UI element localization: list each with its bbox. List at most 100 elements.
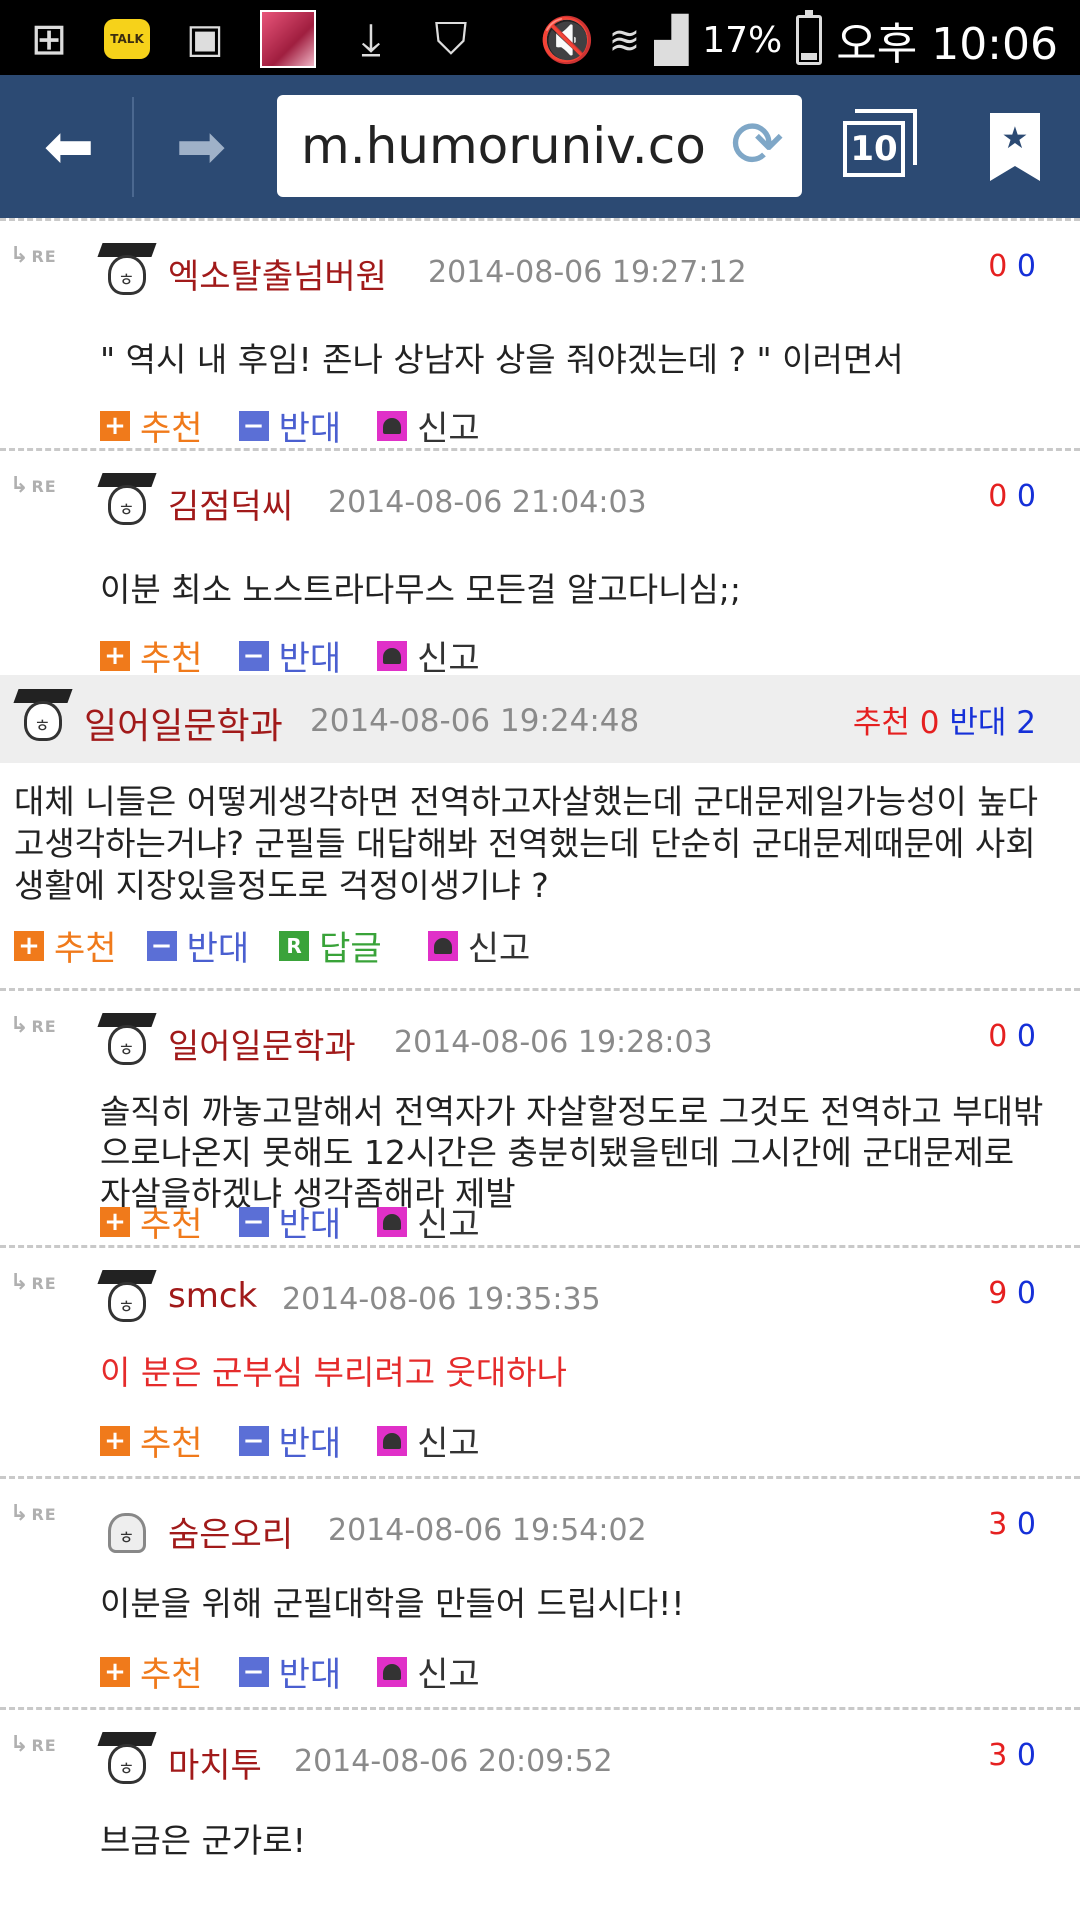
upvote-button[interactable]: + 추천 — [14, 921, 117, 970]
report-label: 신고 — [417, 409, 480, 449]
downvote-button[interactable]: − 반대 — [238, 1416, 342, 1465]
reply-button[interactable]: R 답글 — [279, 921, 382, 970]
upvote-button[interactable]: + 추천 — [100, 1416, 203, 1465]
plus-icon: + — [14, 930, 44, 961]
avatar — [97, 1732, 157, 1790]
up-count: 0 — [988, 249, 1008, 284]
kakaotalk-icon: TALK — [104, 19, 150, 59]
comment-actions: + 추천 − 반대 R 답글 신고 — [14, 921, 566, 970]
comment-author[interactable]: 마치투 — [168, 1738, 262, 1787]
comment-item: 일어일문학과 2014-08-06 19:24:48 추천 0 반대 2 대체 … — [0, 675, 1080, 988]
up-count: 추천 0 — [852, 705, 940, 741]
comment-score: 0 0 — [988, 249, 1036, 284]
comment-list: RE 엑소탈출넘버원 2014-08-06 19:27:12 0 0 " 역시 … — [0, 218, 1080, 1860]
plus-icon: + — [100, 640, 130, 671]
url-bar[interactable]: m.humoruniv.co ⟳ — [277, 95, 802, 197]
downvote-label: 반대 — [278, 1424, 342, 1464]
report-label: 신고 — [417, 1205, 480, 1245]
plus-icon: + — [100, 1656, 130, 1687]
report-button[interactable]: 신고 — [427, 921, 531, 970]
wifi-icon: ≋ — [608, 18, 641, 62]
upvote-button[interactable]: + 추천 — [100, 401, 203, 450]
upvote-label: 추천 — [140, 409, 203, 449]
comment-score: 0 0 — [988, 479, 1036, 514]
downvote-button[interactable]: − 반대 — [238, 401, 341, 450]
report-button[interactable]: 신고 — [377, 1416, 480, 1465]
bookmark-icon[interactable]: ★ — [990, 113, 1040, 181]
comment-author[interactable]: smck — [168, 1276, 257, 1316]
comment-author[interactable]: 숨은오리 — [168, 1507, 293, 1556]
reply-item: RE smck 2014-08-06 19:35:35 9 0 이 분은 군부심… — [0, 1248, 1080, 1476]
downvote-button[interactable]: − 반대 — [238, 1197, 341, 1246]
comment-author[interactable]: 엑소탈출넘버원 — [168, 249, 387, 298]
comment-author[interactable]: 일어일문학과 — [168, 1019, 356, 1068]
comment-date: 2014-08-06 19:24:48 — [310, 703, 640, 739]
report-button[interactable]: 신고 — [377, 401, 480, 450]
shield-icon: ⛉ — [434, 13, 468, 65]
browser-toolbar: ⬅ ➡ m.humoruniv.co ⟳ 10 ★ — [0, 75, 1080, 218]
upvote-button[interactable]: + 추천 — [100, 631, 203, 680]
comment-text: 이분을 위해 군필대학을 만들어 드립시다!! — [100, 1584, 685, 1623]
report-button[interactable]: 신고 — [377, 1197, 480, 1246]
upvote-button[interactable]: + 추천 — [100, 1197, 203, 1246]
avatar — [97, 1270, 157, 1328]
downvote-label: 반대 — [278, 1655, 342, 1695]
minus-icon: − — [238, 1656, 269, 1687]
siren-icon — [377, 1425, 408, 1456]
forward-button[interactable]: ➡ — [136, 75, 266, 218]
downvote-button[interactable]: − 반대 — [146, 921, 250, 970]
siren-icon — [377, 1656, 408, 1687]
back-button[interactable]: ⬅ — [4, 75, 134, 218]
downvote-button[interactable]: − 반대 — [238, 631, 341, 680]
upvote-label: 추천 — [140, 1424, 203, 1464]
reply-indicator-icon: RE — [10, 243, 57, 268]
siren-icon — [377, 410, 408, 441]
report-label: 신고 — [467, 929, 531, 969]
downvote-button[interactable]: − 반대 — [238, 1647, 342, 1696]
comment-author[interactable]: 김점덕씨 — [168, 479, 293, 528]
comment-text: 이 분은 군부심 부리려고 웃대하나 — [100, 1353, 567, 1392]
plus-icon: + — [100, 410, 130, 441]
upvote-button[interactable]: + 추천 — [100, 1647, 203, 1696]
comment-date: 2014-08-06 20:09:52 — [294, 1744, 613, 1779]
comment-score: 3 0 — [988, 1738, 1036, 1773]
siren-icon — [427, 930, 458, 961]
comment-author[interactable]: 일어일문학과 — [84, 697, 283, 749]
arrow-right-icon: ➡ — [175, 111, 227, 182]
upvote-label: 추천 — [140, 639, 203, 679]
divider — [132, 97, 134, 197]
battery-percent: 17% — [702, 19, 783, 61]
refresh-icon[interactable]: ⟳ — [730, 113, 784, 177]
reply-item: RE 마치투 2014-08-06 20:09:52 3 0 브금은 군가로! — [0, 1710, 1080, 1860]
url-text: m.humoruniv.co — [301, 117, 706, 175]
up-count: 3 — [988, 1507, 1008, 1542]
arrow-left-icon: ⬅ — [43, 111, 95, 182]
tabs-button[interactable]: 10 — [843, 107, 923, 183]
comment-actions: + 추천 − 반대 신고 — [100, 1416, 516, 1465]
reply-indicator-icon: RE — [10, 473, 57, 498]
upvote-label: 추천 — [140, 1655, 203, 1695]
reply-indicator-icon: RE — [10, 1501, 57, 1526]
up-count: 3 — [988, 1738, 1008, 1773]
comment-actions: + 추천 − 반대 신고 — [100, 631, 516, 680]
up-count: 0 — [988, 1019, 1008, 1054]
downvote-label: 반대 — [186, 929, 250, 969]
avatar — [97, 473, 157, 531]
report-button[interactable]: 신고 — [377, 631, 480, 680]
minus-icon: − — [146, 930, 177, 961]
comment-text: 브금은 군가로! — [100, 1821, 306, 1860]
report-button[interactable]: 신고 — [377, 1647, 480, 1696]
down-count: 반대 2 — [949, 705, 1036, 741]
reply-indicator-icon: RE — [10, 1270, 57, 1295]
reply-item: RE 일어일문학과 2014-08-06 19:28:03 0 0 솔직히 까놓… — [0, 991, 1080, 1245]
down-count: 0 — [1016, 249, 1036, 284]
comment-text: 이분 최소 노스트라다무스 모든걸 알고다니심;; — [100, 570, 742, 609]
reply-label: 답글 — [319, 929, 382, 969]
plus-icon: + — [100, 1206, 130, 1237]
comment-header: 일어일문학과 2014-08-06 19:24:48 추천 0 반대 2 — [0, 675, 1080, 763]
up-count: 0 — [988, 479, 1008, 514]
upvote-label: 추천 — [54, 929, 117, 969]
avatar — [97, 243, 157, 301]
signal-icon: ▟ — [654, 14, 689, 66]
down-count: 0 — [1016, 479, 1036, 514]
